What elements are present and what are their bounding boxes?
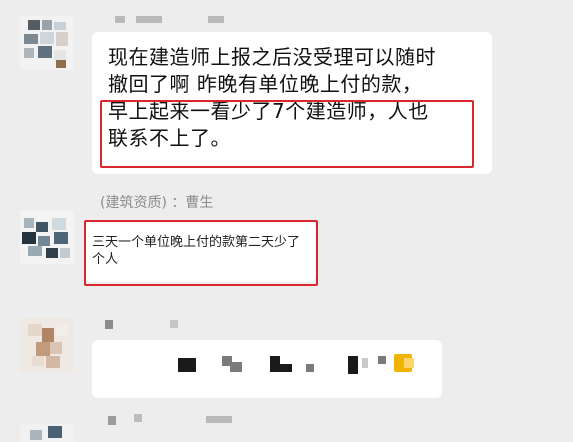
sender-name-1-redacted <box>208 16 224 23</box>
avatar-sender-3[interactable] <box>20 318 74 372</box>
sender-name-1-redacted <box>136 16 162 23</box>
sender-name-4-redacted <box>134 414 142 422</box>
folder-icon-detail <box>404 358 414 368</box>
message-line: 现在建造师上报之后没受理可以随时 <box>108 45 436 69</box>
sender-name-2: (建筑资质) ：曹生 <box>100 195 214 211</box>
sender-name-4-redacted <box>108 416 116 425</box>
highlight-box-main <box>100 100 474 168</box>
sender-name-4-redacted <box>206 416 232 423</box>
message-line: 撤回了啊 昨晚有单位晚上付的款， <box>108 72 423 96</box>
highlight-box-reply <box>84 220 318 286</box>
avatar-sender-1[interactable] <box>20 16 74 70</box>
avatar-sender-4[interactable] <box>20 424 74 442</box>
sender-name-3-redacted <box>170 320 178 328</box>
message-bubble-redacted[interactable] <box>92 340 442 398</box>
sender-name-1-redacted <box>115 16 125 23</box>
avatar-sender-2[interactable] <box>20 210 74 264</box>
sender-name-3-redacted <box>105 320 113 329</box>
